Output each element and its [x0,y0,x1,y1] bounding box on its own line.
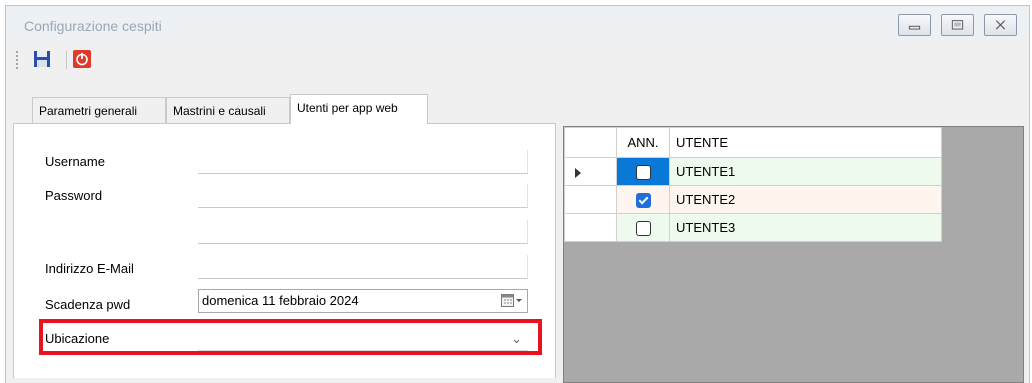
column-header-utente[interactable]: UTENTE [669,127,942,158]
ann-cell[interactable] [616,213,670,242]
calendar-dropdown-icon[interactable] [501,294,523,308]
email-label: Indirizzo E-Mail [45,261,134,276]
tab-label: Mastrini e causali [173,104,266,118]
column-header-ann[interactable]: ANN. [616,127,670,158]
chevron-down-icon[interactable]: ⌄ [511,331,522,347]
row-header-corner [564,127,617,158]
username-label: Username [45,154,105,169]
grid-header-row: ANN. UTENTE [564,127,942,158]
tab-mastrini-causali[interactable]: Mastrini e causali [166,97,290,123]
expiry-date-value: domenica 11 febbraio 2024 [202,293,359,308]
ann-cell[interactable] [616,157,670,186]
users-grid[interactable]: ANN. UTENTE UTENTE1 UTENTE2 UTENTE3 [563,126,1024,383]
password-confirm-input[interactable] [198,220,528,244]
row-header[interactable] [564,185,617,214]
ann-cell[interactable] [616,185,670,214]
current-row-arrow-icon [575,167,581,178]
toolbar-grip[interactable] [16,51,20,69]
save-icon [34,51,50,67]
tab-label: Utenti per app web [297,101,398,115]
save-button[interactable] [32,49,52,69]
ann-checkbox[interactable] [635,192,651,208]
minimize-button[interactable] [898,14,931,36]
power-icon [73,50,91,68]
minimize-icon [908,25,921,30]
tab-parametri-generali[interactable]: Parametri generali [32,97,166,123]
utente-cell[interactable]: UTENTE3 [669,213,942,242]
restore-icon [951,20,964,30]
window-title: Configurazione cespiti [24,18,162,34]
table-row[interactable]: UTENTE2 [564,185,942,214]
exit-button[interactable] [72,49,92,69]
ann-checkbox[interactable] [635,164,651,180]
username-input[interactable] [198,150,528,174]
table-row[interactable]: UTENTE3 [564,213,942,242]
ann-checkbox[interactable] [635,220,651,236]
close-icon [995,20,1006,30]
password-input[interactable] [198,184,528,208]
email-input[interactable] [198,255,528,279]
close-button[interactable] [984,14,1017,36]
expiry-label: Scadenza pwd [45,297,131,312]
location-combo[interactable]: ⌄ [198,327,528,351]
toolbar-separator [66,51,67,69]
expiry-date-picker[interactable]: domenica 11 febbraio 2024 [198,289,528,313]
utente-cell[interactable]: UTENTE2 [669,185,942,214]
toolbar [6,44,1029,74]
utente-cell[interactable]: UTENTE1 [669,157,942,186]
location-label: Ubicazione [45,331,110,346]
row-header[interactable] [564,213,617,242]
users-table: ANN. UTENTE UTENTE1 UTENTE2 UTENTE3 [564,127,942,242]
row-header[interactable] [564,157,617,186]
title-bar[interactable]: Configurazione cespiti [6,6,1029,44]
password-label: Password [45,188,103,203]
table-row[interactable]: UTENTE1 [564,157,942,186]
tab-utenti-app-web[interactable]: Utenti per app web [290,94,428,124]
tab-label: Parametri generali [39,104,138,118]
restore-button[interactable] [941,14,974,36]
